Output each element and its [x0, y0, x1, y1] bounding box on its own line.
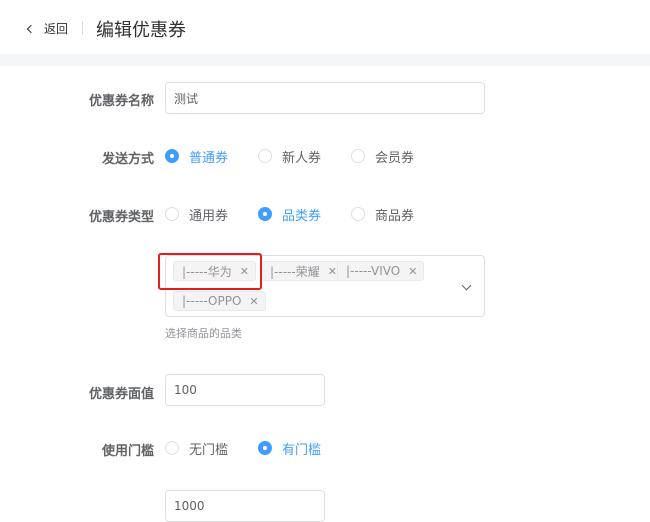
radio-member-coupon[interactable]: 会员券	[351, 147, 414, 166]
radio-new-user-coupon[interactable]: 新人券	[258, 147, 321, 166]
page-title: 编辑优惠券	[96, 20, 186, 41]
radio-circle	[258, 441, 273, 455]
tag-label: |-----荣耀	[270, 264, 320, 279]
close-icon[interactable]: ✕	[408, 265, 417, 278]
coupon-name-input[interactable]: 测试	[165, 82, 485, 114]
radio-circle	[165, 441, 179, 455]
radio-general-coupon[interactable]: 通用券	[165, 205, 228, 224]
tag-label: |-----VIVO	[346, 264, 401, 278]
send-method-radio-group: 普通券 新人券 会员券	[165, 147, 414, 166]
face-value-input[interactable]: 100	[165, 374, 325, 406]
radio-has-threshold[interactable]: 有门槛	[258, 439, 321, 458]
radio-circle	[351, 149, 366, 163]
close-icon[interactable]: ✕	[328, 265, 337, 278]
radio-circle	[258, 149, 273, 163]
chevron-left-icon	[26, 24, 36, 33]
category-tag: |-----荣耀 ✕	[261, 261, 344, 281]
radio-label: 普通券	[189, 150, 229, 166]
face-value-label: 优惠券面值	[88, 387, 154, 402]
face-value-value: 100	[174, 383, 197, 397]
threshold-amount-value: 1000	[174, 499, 205, 513]
category-tag: |-----VIVO ✕	[337, 261, 425, 281]
radio-label: 无门槛	[189, 442, 229, 458]
radio-ordinary-coupon[interactable]: 普通券	[165, 147, 228, 166]
radio-circle	[165, 149, 179, 163]
threshold-label: 使用门槛	[101, 444, 154, 459]
radio-label: 商品券	[375, 208, 415, 224]
category-tag: |-----OPPO ✕	[173, 291, 266, 311]
threshold-radio-group: 无门槛 有门槛	[165, 439, 321, 458]
radio-category-coupon[interactable]: 品类券	[258, 205, 321, 224]
radio-label: 品类券	[282, 208, 322, 224]
annotation-highlight-box	[158, 253, 262, 290]
send-method-label: 发送方式	[101, 152, 154, 167]
close-icon[interactable]: ✕	[249, 295, 258, 308]
radio-label: 通用券	[189, 208, 229, 224]
coupon-type-label: 优惠券类型	[88, 210, 154, 225]
threshold-amount-input[interactable]: 1000	[165, 490, 325, 522]
radio-label: 新人券	[282, 150, 322, 166]
radio-circle	[165, 207, 179, 221]
coupon-name-label: 优惠券名称	[88, 94, 154, 109]
category-hint: 选择商品的品类	[165, 327, 242, 340]
back-label: 返回	[44, 21, 69, 36]
tag-label: |-----OPPO	[182, 294, 242, 308]
coupon-type-radio-group: 通用券 品类券 商品券	[165, 205, 414, 224]
header-divider	[82, 21, 83, 35]
radio-circle	[351, 207, 366, 221]
radio-product-coupon[interactable]: 商品券	[351, 205, 414, 224]
radio-no-threshold[interactable]: 无门槛	[165, 439, 228, 458]
coupon-name-value: 测试	[174, 91, 199, 106]
back-button[interactable]: 返回	[26, 20, 69, 36]
radio-circle	[258, 207, 273, 221]
radio-label: 会员券	[375, 150, 415, 166]
header-separator	[0, 54, 650, 66]
chevron-down-icon[interactable]	[461, 280, 472, 291]
radio-label: 有门槛	[282, 442, 322, 458]
page-header: 返回 编辑优惠券	[0, 0, 650, 54]
